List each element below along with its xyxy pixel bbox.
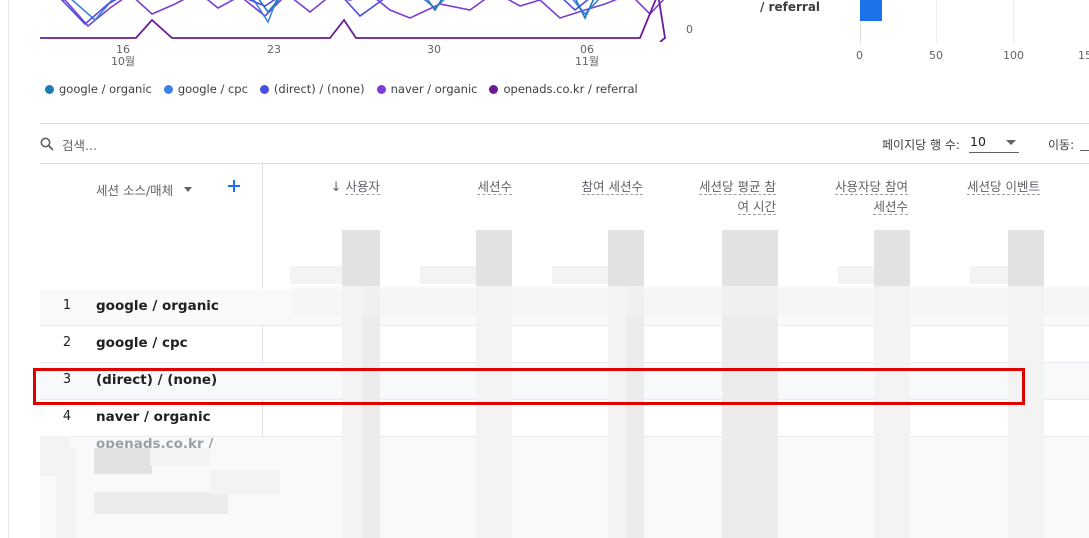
add-dimension-button[interactable] [226,178,242,194]
toolbar-top-divider [40,123,1089,124]
col-header-label-line1: 사용자당 참여 [835,179,908,195]
row-dimension-link[interactable]: google / organic [96,298,219,314]
legend-label: naver / organic [390,82,478,96]
series-naver-organic [60,0,665,28]
pixelated-column [362,286,380,538]
col-header-label-line2: 세션수 [873,199,908,215]
series-direct-none [60,0,589,26]
col-header-label: 참여 세션수 [581,179,643,195]
bar-x-tick-0: 0 [856,49,863,62]
legend-dot [163,84,173,94]
legend-item-google-cpc[interactable]: google / cpc [163,82,248,96]
legend-item-openads-referral[interactable]: openads.co.kr / referral [489,82,638,96]
legend-label: google / cpc [177,82,248,96]
pixelated-cell [150,448,210,466]
col-header-engaged-sessions[interactable]: 참여 세션수 [555,177,643,197]
pixelated-column [1008,286,1044,538]
x-tick-month: 10월 [110,55,136,68]
legend-dot [259,84,269,94]
pixelated-column [722,286,778,538]
dropdown-arrow-icon[interactable] [183,186,193,193]
legend-item-direct-none[interactable]: (direct) / (none) [259,82,365,96]
col-header-label: 세션당 이벤트 [967,179,1040,195]
row-dimension-link[interactable]: google / cpc [96,335,188,351]
rows-per-page-select[interactable]: 10 [969,132,1019,153]
pixelated-cell [94,492,228,514]
line-chart-plot [40,0,666,42]
row-index: 4 [62,409,72,424]
bar-x-tick-100: 100 [1003,49,1024,62]
col-header-events-per-session[interactable]: 세션당 이벤트 [950,177,1040,197]
row-highlight-box [33,368,1025,405]
pixelated-cell [290,286,1089,316]
pixelated-cell [476,230,512,286]
pixelated-cell [40,436,70,476]
search-input[interactable]: 검색... [62,135,97,154]
bar-axis-gridline [936,0,937,44]
col-header-engaged-sessions-per-user[interactable]: 사용자당 참여 세션수 [815,177,908,217]
x-tick-23: 23 [259,44,289,56]
chart-y-zero: 0 [686,23,693,36]
toolbar-bottom-divider [40,163,1089,164]
x-tick-16: 16 10월 [108,44,138,68]
pixelated-cell [94,448,152,474]
rows-per-page-label: 페이지당 행 수: [882,138,960,152]
dimension-header-label: 세션 소스/매체 [96,183,174,198]
search-icon [40,137,54,151]
legend-item-naver-organic[interactable]: naver / organic [376,82,478,96]
x-tick-06: 06 11월 [572,44,602,68]
bar-panel-label: / referral [760,0,821,14]
bar-x-tick-15: 15 [1078,49,1089,62]
pixelated-cell [1008,230,1044,286]
pixelated-cell [874,230,910,286]
col-header-label: 세션수 [477,179,512,195]
pixelated-cell [722,230,778,286]
col-header-label: 사용자 [345,179,380,195]
pixelated-cell [608,230,644,286]
row-index: 2 [62,335,72,350]
col-header-users[interactable]: ↓ 사용자 [300,177,380,198]
legend-dot [489,84,499,94]
pixelated-column [874,286,910,538]
bar-axis-gridline [1013,0,1014,44]
x-tick-month: 11월 [574,55,600,68]
card-left-border [8,0,9,538]
rows-per-page-value: 10 [970,134,986,149]
legend-dot [376,84,386,94]
legend-label: (direct) / (none) [273,82,365,96]
col-header-avg-engagement-time[interactable]: 세션당 평균 참 여 시간 [680,177,776,217]
x-tick-day: 23 [267,43,281,56]
pixelated-cell [210,470,280,494]
legend-dot [45,84,54,94]
plus-icon [228,180,240,192]
x-tick-day: 30 [427,43,441,56]
row-dimension-link[interactable]: naver / organic [96,409,211,425]
bar-referral [860,0,882,21]
pixelated-column [476,286,512,538]
search-box[interactable]: 검색... [40,134,340,154]
legend-label: openads.co.kr / referral [503,82,638,96]
col-header-label-line2: 여 시간 [737,199,776,215]
table-row[interactable]: 2 google / cpc [40,326,1089,363]
row-index: 1 [62,298,72,313]
pixelated-cell [342,230,380,286]
x-tick-30: 30 [419,44,449,56]
table-row[interactable]: 4 naver / organic [40,400,1089,437]
col-header-sessions[interactable]: 세션수 [430,177,512,197]
goto-page-input[interactable] [1080,150,1089,151]
dimension-header[interactable]: 세션 소스/매체 [96,180,193,199]
sort-down-arrow-icon: ↓ [330,180,342,195]
pixelated-column [626,286,644,538]
legend-label: google / organic [59,82,152,96]
bar-x-tick-50: 50 [929,49,943,62]
chart-legend: google / organic google / cpc (direct) /… [45,82,638,96]
chevron-down-icon [1006,140,1016,145]
col-header-label-line1: 세션당 평균 참 [699,179,776,195]
legend-item-google-organic[interactable]: google / organic [45,82,152,96]
goto-page-label: 이동: [1048,138,1075,152]
